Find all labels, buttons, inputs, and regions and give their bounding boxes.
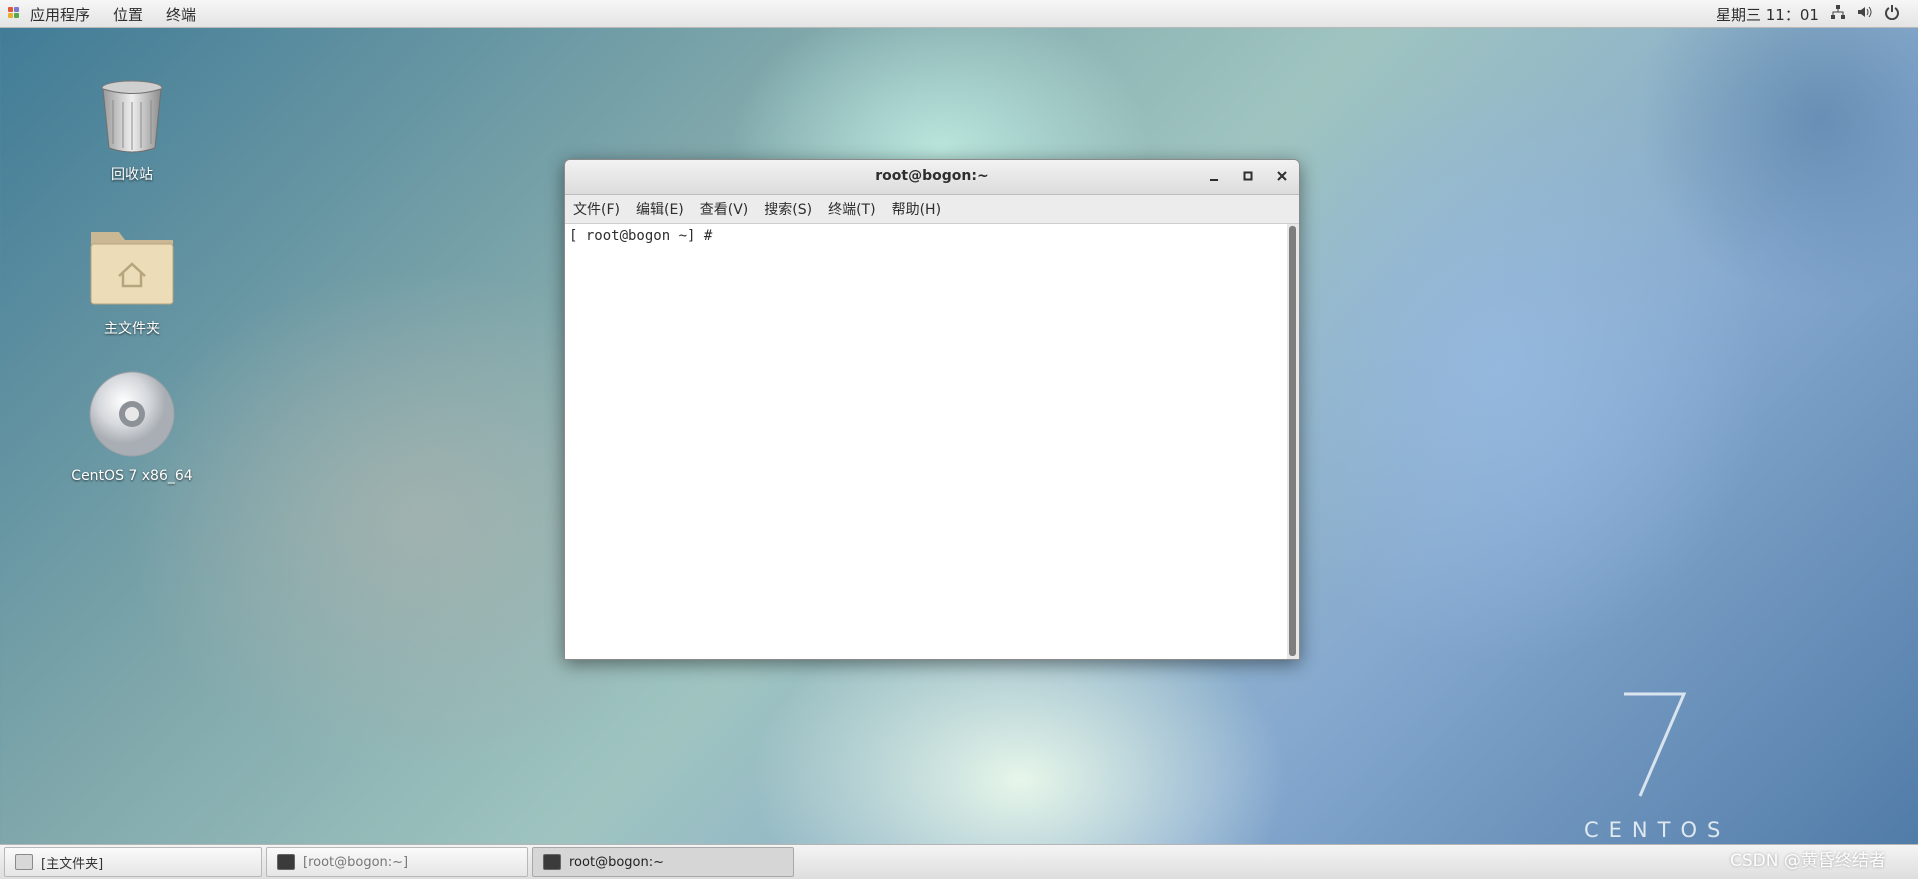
task-label: [root@bogon:~] (303, 854, 409, 870)
top-panel: 应用程序 位置 终端 星期三 11：01 (0, 0, 1918, 28)
desktop-trash[interactable]: 回收站 (62, 80, 202, 184)
maximize-icon (1243, 171, 1253, 181)
folder-icon (15, 854, 33, 870)
menu-file[interactable]: 文件(F) (573, 199, 620, 219)
centos-seven-logo (1624, 692, 1687, 797)
task-label: [主文件夹] (41, 856, 104, 872)
terminal-area[interactable]: [ root@bogon ~] # (565, 224, 1287, 659)
desktop-cdrom[interactable]: CentOS 7 x86_64 (62, 370, 202, 484)
desktop-home-folder[interactable]: 主文件夹 (62, 224, 202, 338)
trash-icon (101, 80, 163, 153)
home-folder-icon (90, 232, 174, 305)
applications-icon (8, 7, 22, 19)
power-icon[interactable] (1884, 4, 1900, 24)
window-menubar: 文件(F) 编辑(E) 查看(V) 搜索(S) 终端(T) 帮助(H) (565, 195, 1299, 224)
desktop-icon-label: 回收站 (111, 167, 153, 183)
scrollbar-thumb[interactable] (1289, 226, 1296, 656)
terminal-icon (543, 854, 561, 870)
desktop-icon-label: 主文件夹 (104, 321, 160, 337)
minimize-button[interactable] (1203, 166, 1225, 188)
window-title: root@bogon:~ (875, 168, 989, 184)
menu-help[interactable]: 帮助(H) (892, 199, 941, 219)
maximize-button[interactable] (1237, 166, 1259, 188)
terminal-icon (277, 854, 295, 870)
minimize-icon (1210, 179, 1218, 181)
task-home-folder[interactable]: [主文件夹] (4, 847, 262, 877)
task-label: root@bogon:~ (569, 854, 664, 870)
terminal-app-menu[interactable]: 终端 (166, 4, 196, 25)
terminal-window[interactable]: root@bogon:~ 文件(F) 编辑(E) 查看(V) 搜索(S) 终端(… (564, 159, 1300, 660)
menu-view[interactable]: 查看(V) (700, 199, 749, 219)
clock[interactable]: 星期三 11：01 (1716, 4, 1819, 25)
window-titlebar[interactable]: root@bogon:~ (565, 160, 1299, 195)
places-menu[interactable]: 位置 (113, 4, 143, 25)
network-icon[interactable] (1830, 4, 1846, 24)
close-button[interactable] (1271, 166, 1293, 188)
watermark: CSDN @黄昏终结者 (1730, 851, 1886, 871)
task-terminal-minimized[interactable]: [root@bogon:~] (266, 847, 528, 877)
menu-terminal[interactable]: 终端(T) (828, 199, 875, 219)
menu-edit[interactable]: 编辑(E) (636, 199, 684, 219)
applications-menu[interactable]: 应用程序 (30, 4, 90, 25)
desktop-icon-label: CentOS 7 x86_64 (71, 468, 193, 484)
disc-icon (89, 371, 175, 457)
close-icon (1277, 171, 1287, 181)
shell-prompt: [ root@bogon ~] # (569, 228, 713, 244)
volume-icon[interactable] (1856, 4, 1872, 24)
bottom-panel: [主文件夹] [root@bogon:~] root@bogon:~ (0, 844, 1918, 879)
centos-logo-text: CENTOS (1584, 818, 1731, 842)
task-terminal-active[interactable]: root@bogon:~ (532, 847, 794, 877)
menu-search[interactable]: 搜索(S) (764, 199, 812, 219)
